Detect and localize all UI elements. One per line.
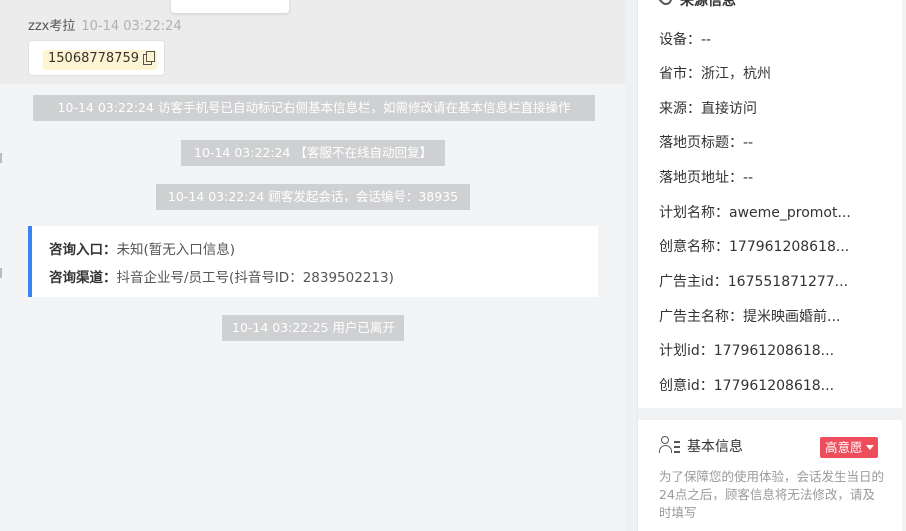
basic-info-title: 基本信息 — [687, 439, 743, 455]
phone-number: 15068778759 — [48, 51, 139, 66]
user-list-icon — [659, 436, 681, 454]
info-row-region: 省市：浙江，杭州 — [659, 66, 771, 82]
edge-marker — [0, 153, 2, 163]
consult-channel-value: 抖音企业号/员工号(抖音号ID：2839502213) — [116, 270, 394, 286]
info-row-advertiser-id: 广告主id：167551871277... — [659, 274, 849, 290]
location-pin-icon — [657, 0, 675, 8]
info-row-creative-name: 创意名称：177961208618... — [659, 239, 850, 255]
info-row-device: 设备：-- — [659, 32, 712, 48]
caret-down-icon — [865, 445, 874, 450]
info-row-creative-id: 创意id：177961208618... — [659, 378, 835, 394]
phone-message-bubble: 15068778759 — [28, 40, 165, 76]
basic-info-header: 基本信息 — [659, 436, 743, 456]
info-row-landing-url: 落地页地址：-- — [659, 170, 754, 186]
system-message: 10-14 03:22:24 【客服不在线自动回复】 — [181, 140, 445, 166]
system-message: 10-14 03:22:24 顾客发起会话，会话编号：38935 — [156, 184, 470, 210]
message-time: 10-14 03:22:24 — [81, 19, 182, 34]
info-row-landing-title: 落地页标题：-- — [659, 135, 754, 151]
customer-info-panel: 来源信息 设备：-- 省市：浙江，杭州 来源：直接访问 落地页标题：-- 落地页… — [637, 0, 906, 531]
info-row-advertiser-name: 广告主名称：提米映画婚前... — [659, 309, 841, 325]
source-info-header: 来源信息 — [657, 0, 736, 10]
system-message: 10-14 03:22:24 访客手机号已自动标记右侧基本信息栏，如需修改请在基… — [33, 95, 595, 121]
system-message-user-left: 10-14 03:22:25 用户已离开 — [222, 315, 404, 341]
floating-panel-edge — [171, 0, 289, 13]
panel-scrollbar[interactable] — [902, 0, 906, 531]
consult-channel-row: 咨询渠道：抖音企业号/员工号(抖音号ID：2839502213) — [49, 266, 394, 286]
intent-level-label: 高意愿 — [825, 440, 863, 455]
copy-icon[interactable] — [142, 51, 155, 65]
info-row-plan-name: 计划名称：aweme_promot... — [659, 205, 851, 221]
phone-number-chip[interactable]: 15068778759 — [43, 50, 157, 70]
edge-marker — [0, 268, 2, 278]
source-info-title: 来源信息 — [680, 0, 736, 9]
section-divider — [638, 408, 906, 420]
consult-entry-label: 咨询入口： — [49, 242, 117, 258]
consult-info-card: 咨询入口：未知(暂无入口信息) 咨询渠道：抖音企业号/员工号(抖音号ID：283… — [28, 226, 598, 297]
message-sender: zzx考拉 10-14 03:22:24 — [28, 15, 182, 34]
info-row-source: 来源：直接访问 — [659, 101, 757, 117]
intent-level-dropdown[interactable]: 高意愿 — [820, 437, 878, 458]
info-row-plan-id: 计划id：177961208618... — [659, 343, 835, 359]
consult-entry-value: 未知(暂无入口信息) — [116, 242, 236, 258]
consult-entry-row: 咨询入口：未知(暂无入口信息) — [49, 238, 235, 258]
consult-channel-label: 咨询渠道： — [49, 270, 117, 286]
chat-area: zzx考拉 10-14 03:22:24 15068778759 10-14 03… — [0, 0, 625, 531]
basic-info-notice: 为了保障您的使用体验，会话发生当日的24点之后，顾客信息将无法修改，请及时填写 — [659, 469, 885, 520]
sender-name: zzx考拉 — [28, 19, 76, 34]
